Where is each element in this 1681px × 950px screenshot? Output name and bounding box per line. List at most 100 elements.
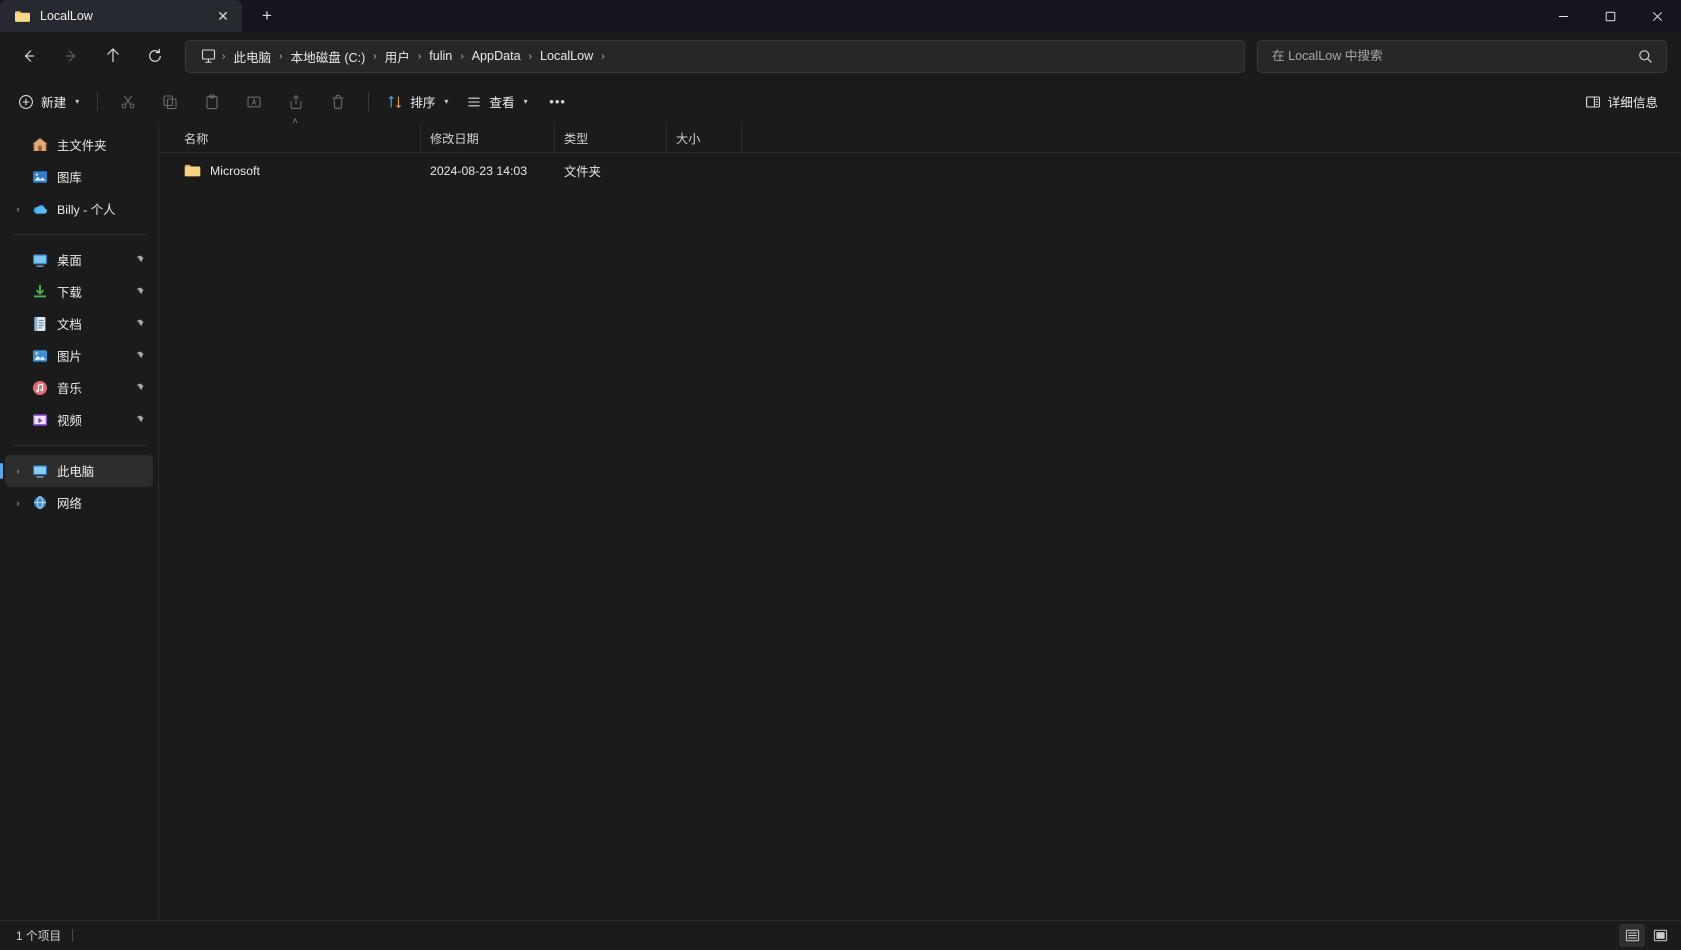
sort-button[interactable]: 排序 ▾	[378, 86, 457, 118]
rename-button[interactable]	[234, 86, 274, 118]
copy-button[interactable]	[150, 86, 190, 118]
pin-icon[interactable]	[128, 254, 150, 266]
breadcrumb-item-c-drive[interactable]: 本地磁盘 (C:)	[283, 43, 372, 70]
grid-view-icon	[1653, 928, 1668, 943]
pin-icon[interactable]	[128, 286, 150, 298]
status-bar: 1 个项目	[0, 920, 1681, 950]
view-list-icon	[466, 94, 482, 110]
music-icon	[31, 379, 49, 397]
network-icon	[31, 494, 49, 512]
details-pane-icon	[1585, 94, 1601, 110]
file-name: Microsoft	[210, 163, 260, 178]
large-icons-view-button[interactable]	[1647, 924, 1673, 947]
breadcrumb[interactable]: › 此电脑 › 本地磁盘 (C:) › 用户 › fulin › AppData…	[185, 39, 1245, 73]
column-label: 类型	[564, 131, 589, 146]
paste-button[interactable]	[192, 86, 232, 118]
downloads-icon	[31, 283, 49, 301]
expander-placeholder	[9, 161, 27, 193]
column-header-size[interactable]: 大小	[667, 122, 742, 153]
sidebar-item-pictures[interactable]: 图片	[5, 340, 153, 372]
pin-icon[interactable]	[128, 414, 150, 426]
file-list-pane: ˄ 名称 修改日期 类型 大小 Microsoft 2024-08-23 14:…	[159, 116, 1681, 920]
up-button[interactable]	[95, 40, 131, 73]
main-body: 主文件夹 图库 › Billy - 个人 桌面 下载 文档 图片 音乐 视频 ›…	[0, 116, 1681, 920]
refresh-button[interactable]	[137, 40, 173, 73]
sidebar-item-network[interactable]: › 网络	[5, 487, 153, 519]
pin-icon[interactable]	[128, 382, 150, 394]
details-pane-label: 详细信息	[1607, 96, 1658, 110]
expander-placeholder	[9, 308, 27, 340]
expander-placeholder	[9, 340, 27, 372]
sidebar-item-gallery[interactable]: 图库	[5, 161, 153, 193]
new-button-label: 新建	[41, 96, 67, 110]
sidebar-item-onedrive[interactable]: › Billy - 个人	[5, 193, 153, 225]
window-controls	[1540, 0, 1681, 32]
more-options-button[interactable]: •••	[538, 86, 578, 118]
expander-placeholder	[9, 372, 27, 404]
chevron-down-icon: ▾	[523, 97, 528, 106]
pin-icon[interactable]	[128, 318, 150, 330]
chevron-down-icon: ▾	[444, 97, 449, 106]
close-button[interactable]	[1634, 0, 1681, 32]
column-header-type[interactable]: 类型	[555, 122, 667, 153]
view-button[interactable]: 查看 ▾	[457, 86, 536, 118]
table-row[interactable]: Microsoft 2024-08-23 14:03 文件夹	[163, 156, 1677, 185]
item-count-label: 1 个项目	[16, 929, 62, 943]
minimize-button[interactable]	[1540, 0, 1587, 32]
trash-icon	[330, 94, 346, 110]
breadcrumb-item-this-pc[interactable]: 此电脑	[226, 43, 278, 70]
sidebar-item-label: Billy - 个人	[57, 203, 116, 217]
search-icon[interactable]	[1632, 43, 1658, 69]
sidebar-item-label: 桌面	[57, 254, 82, 268]
close-icon[interactable]: ✕	[210, 4, 236, 28]
tab-locallow[interactable]: LocalLow ✕	[0, 0, 242, 32]
tab-label: LocalLow	[40, 9, 93, 23]
column-header-name[interactable]: ˄ 名称	[175, 116, 421, 153]
expander-placeholder	[9, 276, 27, 308]
sidebar-item-label: 图片	[57, 350, 82, 364]
cut-button[interactable]	[108, 86, 148, 118]
sidebar-item-downloads[interactable]: 下载	[5, 276, 153, 308]
chevron-right-icon[interactable]: ›	[9, 455, 27, 487]
maximize-button[interactable]	[1587, 0, 1634, 32]
sidebar-item-label: 视频	[57, 414, 82, 428]
expander-placeholder	[9, 129, 27, 161]
sidebar-item-videos[interactable]: 视频	[5, 404, 153, 436]
chevron-right-icon[interactable]: ›	[9, 487, 27, 519]
sidebar-item-home[interactable]: 主文件夹	[5, 129, 153, 161]
expander-placeholder	[9, 244, 27, 276]
chevron-down-icon: ▾	[75, 97, 80, 106]
sidebar-item-music[interactable]: 音乐	[5, 372, 153, 404]
chevron-right-icon[interactable]: ›	[9, 193, 27, 225]
sidebar-item-label: 网络	[57, 497, 82, 511]
new-tab-button[interactable]: +	[250, 1, 284, 31]
details-pane-button[interactable]: 详细信息	[1576, 86, 1667, 118]
column-header-date[interactable]: 修改日期	[421, 122, 555, 153]
navigation-pane: 主文件夹 图库 › Billy - 个人 桌面 下载 文档 图片 音乐 视频 ›…	[0, 123, 159, 920]
share-button[interactable]	[276, 86, 316, 118]
file-explorer-window: LocalLow ✕ + › 此电脑 › 本地磁盘 (C:) › 用户 › fu…	[0, 0, 1681, 950]
delete-button[interactable]	[318, 86, 358, 118]
details-view-button[interactable]	[1619, 924, 1645, 947]
command-bar: 新建 ▾ 排序 ▾ 查看 ▾ ••• 详细信息	[0, 80, 1681, 123]
new-button[interactable]: 新建 ▾	[10, 86, 88, 118]
breadcrumb-item-locallow[interactable]: LocalLow	[533, 45, 600, 67]
breadcrumb-separator: ›	[373, 50, 377, 62]
expander-placeholder	[9, 404, 27, 436]
sort-ascending-icon: ˄	[292, 115, 298, 126]
pin-icon[interactable]	[128, 350, 150, 362]
forward-button[interactable]	[53, 40, 89, 73]
search-input[interactable]	[1272, 49, 1632, 63]
title-bar: LocalLow ✕ +	[0, 0, 1681, 32]
breadcrumb-separator: ›	[601, 50, 605, 62]
scissors-icon	[120, 94, 136, 110]
sidebar-item-documents[interactable]: 文档	[5, 308, 153, 340]
search-box[interactable]	[1257, 39, 1667, 73]
breadcrumb-item-users[interactable]: 用户	[378, 43, 417, 70]
sidebar-item-desktop[interactable]: 桌面	[5, 244, 153, 276]
sidebar-item-this-pc[interactable]: › 此电脑	[0, 455, 153, 487]
breadcrumb-item-fulin[interactable]: fulin	[422, 45, 459, 67]
view-button-label: 查看	[489, 96, 515, 110]
back-button[interactable]	[11, 40, 47, 73]
breadcrumb-item-appdata[interactable]: AppData	[465, 45, 528, 67]
